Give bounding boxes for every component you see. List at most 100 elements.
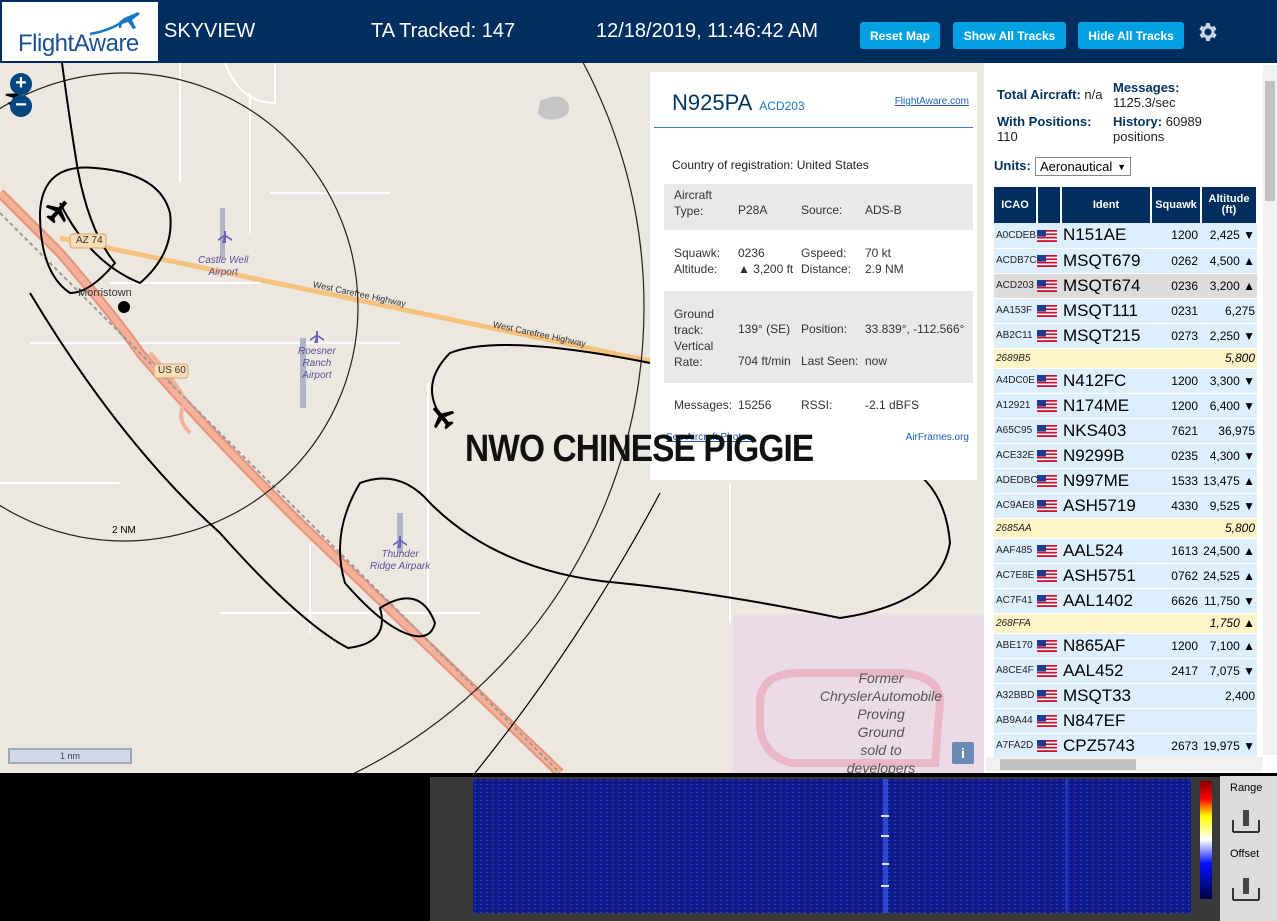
table-row[interactable]: 2685AA 5,800 — [994, 518, 1257, 539]
ident-cell: N151AE — [1061, 223, 1151, 249]
altitude-cell: 2,425 ▼ — [1201, 223, 1257, 249]
squawk-cell: 6626 — [1151, 588, 1201, 614]
table-row[interactable]: ACD203 MSQT674 0236 3,200 ▲ — [994, 273, 1257, 299]
squawk-cell — [1151, 683, 1201, 709]
altitude-cell: 19,975 ▼ — [1201, 733, 1257, 759]
table-row[interactable]: 268FFA 1,750 ▲ — [994, 613, 1257, 634]
us-flag-icon — [1037, 330, 1057, 343]
icao-cell: 2685AA — [994, 518, 1037, 539]
color-scale-bar — [1200, 781, 1212, 899]
table-row[interactable]: 2689B5 5,800 — [994, 348, 1257, 369]
flightaware-link[interactable]: FlightAware.com — [895, 96, 969, 107]
us-flag-icon — [1037, 545, 1057, 558]
range-slider[interactable] — [1231, 806, 1261, 834]
altitude-cell: 2,250 ▼ — [1201, 323, 1257, 349]
icao-cell: AC7E8E — [994, 563, 1037, 589]
table-row[interactable]: AC9AE8 ASH5719 4330 9,525 ▼ — [994, 493, 1257, 519]
ground-track-value: 139° (SE) — [738, 322, 791, 336]
flightaware-logo[interactable]: FlightAware — [2, 2, 158, 61]
icao-cell: AB9A44 — [994, 708, 1037, 734]
ident-cell: NKS403 — [1061, 418, 1151, 444]
scrollbar-thumb[interactable] — [1265, 81, 1275, 201]
gear-icon[interactable] — [1195, 20, 1219, 44]
squawk-cell: 1200 — [1151, 393, 1201, 419]
squawk-cell: 2417 — [1151, 658, 1201, 684]
map-info-button[interactable]: i — [952, 742, 974, 764]
altitude-cell: 9,525 ▼ — [1201, 493, 1257, 519]
airframes-link[interactable]: AirFrames.org — [906, 432, 969, 443]
table-row[interactable]: A12921 N174ME 1200 6,400 ▼ — [994, 393, 1257, 419]
table-row[interactable]: A32BBD MSQT33 2,400 — [994, 683, 1257, 709]
range-label: Range — [1230, 782, 1263, 794]
table-row[interactable]: A7FA2D CPZ5743 2673 19,975 ▼ — [994, 733, 1257, 759]
us-flag-icon — [1037, 715, 1057, 728]
units-select[interactable]: Aeronautical — [1035, 157, 1131, 176]
ident-cell: AAL524 — [1061, 538, 1151, 564]
vertical-scrollbar[interactable] — [1263, 65, 1277, 755]
history-label: History: — [1113, 114, 1163, 129]
table-row[interactable]: A65C95 NKS403 7621 36,975 — [994, 418, 1257, 444]
altitude-cell: 4,500 ▲ — [1201, 248, 1257, 274]
ident-cell: CPZ5743 — [1061, 733, 1151, 759]
table-row[interactable]: ADEDBC N997ME 1533 13,475 ▲ — [994, 468, 1257, 494]
squawk-cell: 0262 — [1151, 248, 1201, 274]
aircraft-type-value: P28A — [738, 203, 768, 217]
scrollbar-thumb[interactable] — [1000, 759, 1136, 770]
reset-map-button[interactable]: Reset Map — [860, 22, 940, 49]
ident-cell — [1061, 518, 1151, 539]
table-row[interactable]: AAF485 AAL524 1613 24,500 ▲ — [994, 538, 1257, 564]
zoom-out-button[interactable]: − — [10, 95, 32, 117]
offset-slider[interactable] — [1231, 874, 1261, 902]
az74-label: AZ 74 — [76, 235, 103, 246]
table-row[interactable]: AC7E8E ASH5751 0762 24,525 ▲ — [994, 563, 1257, 589]
messages-label: Messages: — [1113, 80, 1180, 95]
gspeed-label: Gspeed: — [801, 246, 847, 260]
table-row[interactable]: ABE170 N865AF 1200 7,100 ▲ — [994, 633, 1257, 659]
icao-cell: A32BBD — [994, 683, 1037, 709]
table-row[interactable]: ACE32E N9299B 0235 4,300 ▼ — [994, 443, 1257, 469]
selected-aircraft-icon[interactable] — [425, 400, 459, 434]
squawk-cell — [1151, 348, 1201, 369]
squawk-cell: 0231 — [1151, 298, 1201, 324]
ident-cell: MSQT111 — [1061, 298, 1151, 324]
col-altitude[interactable]: Altitude (ft) — [1201, 187, 1258, 223]
squawk-cell: 0273 — [1151, 323, 1201, 349]
aircraft-icon[interactable] — [41, 194, 75, 228]
altitude-cell: 36,975 — [1201, 418, 1257, 444]
table-row[interactable]: A0CDEB N151AE 1200 2,425 ▼ — [994, 223, 1257, 249]
col-ident[interactable]: Ident — [1061, 187, 1152, 223]
ground-track-label: Ground track: — [674, 307, 715, 337]
table-row[interactable]: A4DC0E N412FC 1200 3,300 ▼ — [994, 368, 1257, 394]
ident-cell — [1061, 348, 1151, 369]
table-row[interactable]: ACDB7C MSQT679 0262 4,500 ▲ — [994, 248, 1257, 274]
col-icao[interactable]: ICAO — [994, 187, 1038, 223]
col-squawk[interactable]: Squawk — [1151, 187, 1202, 223]
table-row[interactable]: AB2C11 MSQT215 0273 2,250 ▼ — [994, 323, 1257, 349]
table-row[interactable]: AC7F41 AAL1402 6626 11,750 ▼ — [994, 588, 1257, 614]
show-all-tracks-button[interactable]: Show All Tracks — [953, 22, 1066, 49]
map-view[interactable]: + − AZ 74 US 60 Morristown West Carefree… — [0, 63, 984, 773]
ident-cell: N9299B — [1061, 443, 1151, 469]
altitude-cell: 2,400 — [1201, 683, 1257, 709]
icao-cell: A8CE4F — [994, 658, 1037, 684]
airport-icon — [393, 536, 407, 548]
tracked-count: TA Tracked: 147 — [371, 20, 516, 42]
zoom-in-button[interactable]: + — [10, 73, 32, 95]
horizontal-scrollbar[interactable] — [986, 757, 1263, 772]
hex-link[interactable]: ACD203 — [759, 99, 804, 113]
icao-cell: ACE32E — [994, 443, 1037, 469]
table-row[interactable]: AA153F MSQT111 0231 6,275 — [994, 298, 1257, 324]
altitude-cell: 24,525 ▲ — [1201, 563, 1257, 589]
altitude-cell: 4,300 ▼ — [1201, 443, 1257, 469]
altitude-cell: 13,475 ▲ — [1201, 468, 1257, 494]
hide-all-tracks-button[interactable]: Hide All Tracks — [1078, 22, 1184, 49]
table-header-row: ICAO Ident Squawk Altitude (ft) — [994, 187, 1258, 223]
ident-cell — [1061, 613, 1151, 634]
table-row[interactable]: A8CE4F AAL452 2417 7,075 ▼ — [994, 658, 1257, 684]
altitude-cell: 3,300 ▼ — [1201, 368, 1257, 394]
col-flag[interactable] — [1037, 187, 1062, 223]
flag-cell — [1037, 368, 1061, 394]
table-row[interactable]: AB9A44 N847EF — [994, 708, 1257, 734]
callsign-text: N925PA — [672, 90, 752, 115]
altitude-cell: 5,800 — [1201, 348, 1257, 369]
